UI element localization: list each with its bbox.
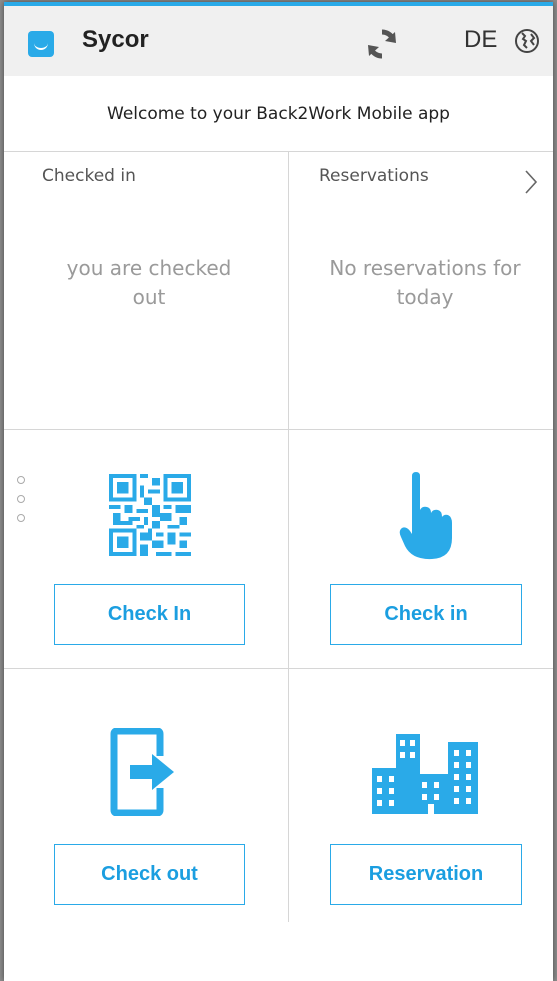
reservation-button[interactable]: Reservation bbox=[330, 844, 522, 905]
language-toggle[interactable]: DE bbox=[464, 26, 497, 54]
qr-check-in-button[interactable]: Check In bbox=[54, 584, 245, 645]
qr-code-icon bbox=[109, 474, 191, 556]
buildings-icon bbox=[372, 734, 478, 814]
grid-divider-1 bbox=[4, 429, 553, 430]
app-window: Sycor DE Welcome to your Back2Work Mobil… bbox=[4, 2, 553, 981]
check-out-button[interactable]: Check out bbox=[54, 844, 245, 905]
grid-divider-vertical bbox=[288, 152, 289, 922]
reservations-status: No reservations for today bbox=[329, 256, 521, 309]
app-logo bbox=[28, 31, 54, 57]
checked-in-status: you are checked out bbox=[66, 256, 232, 309]
checked-in-label: Checked in bbox=[42, 166, 136, 186]
app-header: Sycor DE bbox=[4, 6, 553, 76]
welcome-message: Welcome to your Back2Work Mobile app bbox=[4, 76, 553, 152]
manual-check-in-button[interactable]: Check in bbox=[330, 584, 522, 645]
chevron-right-icon[interactable] bbox=[523, 168, 539, 196]
refresh-icon[interactable] bbox=[366, 28, 398, 60]
app-title: Sycor bbox=[82, 26, 149, 53]
page-indicator bbox=[17, 476, 25, 533]
grid-divider-2 bbox=[4, 668, 553, 669]
globe-icon[interactable] bbox=[514, 28, 540, 54]
reservations-label[interactable]: Reservations bbox=[319, 166, 429, 186]
exit-door-icon bbox=[110, 728, 174, 816]
pointing-hand-icon bbox=[399, 472, 452, 560]
